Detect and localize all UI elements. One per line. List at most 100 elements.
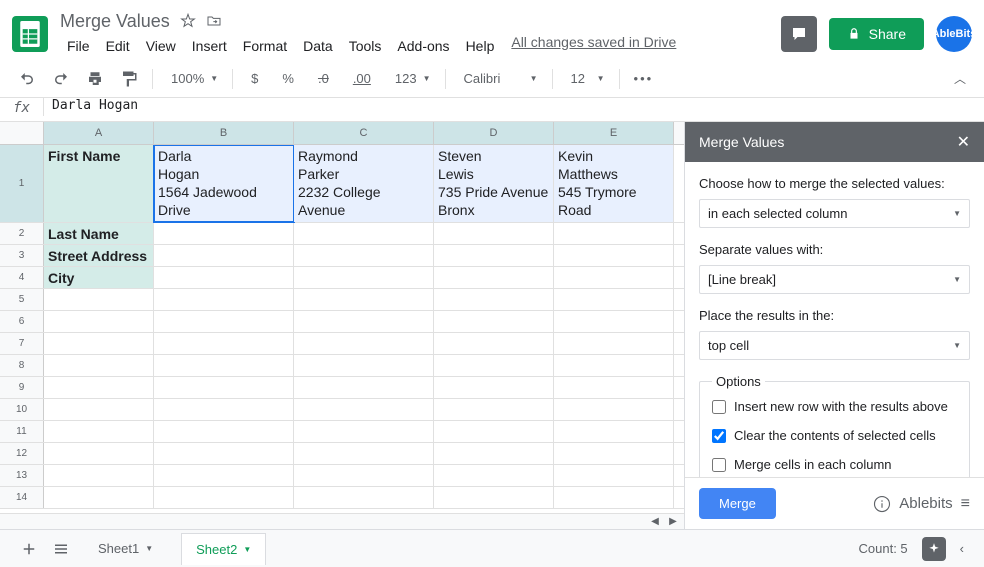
explore-button[interactable] — [922, 537, 946, 561]
col-header-e[interactable]: E — [554, 122, 674, 144]
redo-button[interactable] — [46, 66, 76, 92]
menu-bar: File Edit View Insert Format Data Tools … — [60, 34, 781, 58]
row-header-6[interactable]: 6 — [0, 311, 44, 332]
row-header-9[interactable]: 9 — [0, 377, 44, 398]
chevron-down-icon: ▼ — [243, 545, 251, 554]
print-icon — [86, 70, 104, 88]
plus-icon — [20, 540, 38, 558]
increase-decimal-button[interactable]: .00 — [343, 67, 381, 90]
decrease-decimal-button[interactable]: .0 — [308, 67, 339, 90]
row-header-14[interactable]: 14 — [0, 487, 44, 508]
print-button[interactable] — [80, 66, 110, 92]
row-header-11[interactable]: 11 — [0, 421, 44, 442]
row-header-13[interactable]: 13 — [0, 465, 44, 486]
cell-b1[interactable]: Darla Hogan 1564 Jadewood Drive West Chi… — [154, 145, 294, 222]
place-results-label: Place the results in the: — [699, 308, 970, 323]
tab-sheet2[interactable]: Sheet2▼ — [181, 533, 266, 565]
redo-icon — [52, 70, 70, 88]
selection-count[interactable]: Count: 5 — [859, 541, 908, 556]
merge-button[interactable]: Merge — [699, 488, 776, 519]
row-header-12[interactable]: 12 — [0, 443, 44, 464]
toolbar: 100%▼ $ % .0 .00 123▼ Calibri▼ 12▼ ••• ︿ — [0, 60, 984, 98]
menu-view[interactable]: View — [139, 34, 183, 58]
sheets-logo[interactable] — [12, 16, 48, 52]
cell-e1[interactable]: Kevin Matthews 545 Trymore Road Winthrop — [554, 145, 674, 222]
row-header-2[interactable]: 2 — [0, 223, 44, 244]
cell-a3[interactable]: Street Address — [44, 245, 154, 266]
menu-addons[interactable]: Add-ons — [390, 34, 456, 58]
row-header-10[interactable]: 10 — [0, 399, 44, 420]
menu-file[interactable]: File — [60, 34, 97, 58]
chevron-up-icon: ︿ — [954, 70, 966, 87]
format-percent-button[interactable]: % — [272, 67, 304, 90]
cell-d1[interactable]: Steven Lewis 735 Pride Avenue Bronx — [434, 145, 554, 222]
row-header-8[interactable]: 8 — [0, 355, 44, 376]
formula-input[interactable]: Darla Hogan — [44, 98, 146, 114]
merge-how-select[interactable]: in each selected column▼ — [699, 199, 970, 228]
menu-tools[interactable]: Tools — [342, 34, 389, 58]
col-header-a[interactable]: A — [44, 122, 154, 144]
select-all-corner[interactable] — [0, 122, 44, 144]
formula-bar: fx Darla Hogan — [0, 98, 984, 122]
undo-button[interactable] — [12, 66, 42, 92]
paint-format-button[interactable] — [114, 66, 144, 92]
scroll-left-icon[interactable]: ◀ — [648, 515, 662, 529]
option-insert-row[interactable]: Insert new row with the results above — [712, 399, 957, 414]
more-formats-dropdown[interactable]: 123▼ — [385, 67, 437, 90]
cell-a2[interactable]: Last Name — [44, 223, 154, 244]
chevron-down-icon: ▼ — [145, 544, 153, 553]
user-avatar[interactable]: AbleBits — [936, 16, 972, 52]
doc-title[interactable]: Merge Values — [60, 11, 170, 32]
cell-a1[interactable]: First Name — [44, 145, 154, 222]
cell-c1[interactable]: Raymond Parker 2232 College Avenue Hamer… — [294, 145, 434, 222]
menu-edit[interactable]: Edit — [99, 34, 137, 58]
separator-label: Separate values with: — [699, 242, 970, 257]
menu-data[interactable]: Data — [296, 34, 340, 58]
menu-format[interactable]: Format — [236, 34, 294, 58]
scroll-right-icon[interactable]: ▶ — [666, 515, 680, 529]
option-merge-cells[interactable]: Merge cells in each column — [712, 457, 957, 472]
font-dropdown[interactable]: Calibri▼ — [454, 67, 544, 90]
more-toolbar-button[interactable]: ••• — [628, 67, 660, 90]
place-results-select[interactable]: top cell▼ — [699, 331, 970, 360]
info-icon — [873, 495, 891, 513]
zoom-dropdown[interactable]: 100%▼ — [161, 67, 224, 90]
all-sheets-button[interactable] — [52, 540, 70, 558]
cell-a4[interactable]: City — [44, 267, 154, 288]
spreadsheet-grid: A B C D E 1 First Name Darla Hogan 1564 … — [0, 122, 684, 529]
row-header-1[interactable]: 1 — [0, 145, 44, 222]
chevron-down-icon: ▼ — [953, 275, 961, 284]
comments-button[interactable] — [781, 16, 817, 52]
collapse-panel-button[interactable]: ‹ — [960, 541, 964, 556]
format-currency-button[interactable]: $ — [241, 67, 268, 90]
col-header-d[interactable]: D — [434, 122, 554, 144]
row-1: 1 First Name Darla Hogan 1564 Jadewood D… — [0, 145, 684, 223]
chevron-down-icon: ▼ — [423, 74, 431, 83]
menu-help[interactable]: Help — [459, 34, 502, 58]
font-size-dropdown[interactable]: 12▼ — [561, 67, 611, 90]
row-header-7[interactable]: 7 — [0, 333, 44, 354]
share-button[interactable]: Share — [829, 18, 924, 50]
menu-insert[interactable]: Insert — [185, 34, 234, 58]
share-label: Share — [869, 26, 906, 42]
star-icon[interactable] — [180, 13, 196, 29]
chevron-down-icon: ▼ — [953, 341, 961, 350]
col-header-c[interactable]: C — [294, 122, 434, 144]
add-sheet-button[interactable] — [20, 540, 38, 558]
separator-select[interactable]: [Line break]▼ — [699, 265, 970, 294]
col-header-b[interactable]: B — [154, 122, 294, 144]
row-header-4[interactable]: 4 — [0, 267, 44, 288]
sheet-tabs-bar: Sheet1▼ Sheet2▼ Count: 5 ‹ — [0, 529, 984, 567]
row-header-3[interactable]: 3 — [0, 245, 44, 266]
hamburger-icon[interactable]: ≡ — [961, 495, 970, 513]
option-clear-contents[interactable]: Clear the contents of selected cells — [712, 428, 957, 443]
collapse-toolbar-button[interactable]: ︿ — [948, 66, 972, 91]
close-sidebar-button[interactable]: ✕ — [957, 132, 970, 152]
horizontal-scroll[interactable]: ◀ ▶ — [0, 513, 684, 529]
tab-sheet1[interactable]: Sheet1▼ — [84, 533, 167, 564]
save-status[interactable]: All changes saved in Drive — [511, 34, 676, 58]
move-folder-icon[interactable] — [206, 13, 222, 29]
row-header-5[interactable]: 5 — [0, 289, 44, 310]
chevron-down-icon: ▼ — [953, 209, 961, 218]
ablebits-brand[interactable]: Ablebits ≡ — [873, 495, 970, 513]
